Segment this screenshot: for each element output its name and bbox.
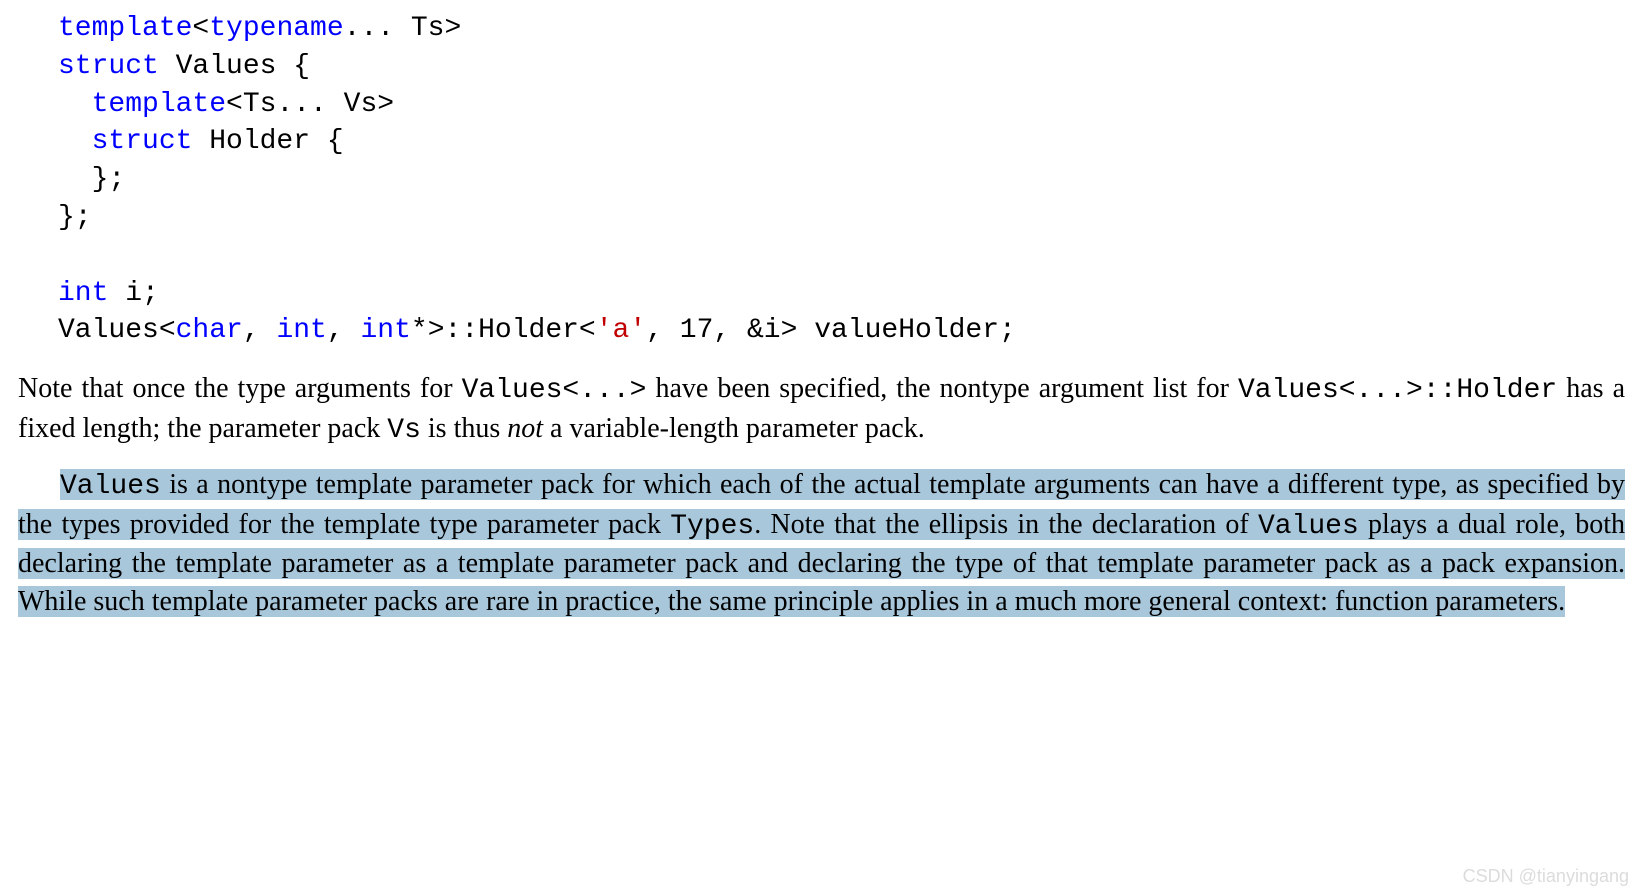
code-line5: }; bbox=[58, 164, 125, 195]
code-line4-rest: Holder { bbox=[192, 126, 343, 157]
p2-code-types: Types bbox=[670, 511, 754, 542]
code-keyword-struct-inner: struct bbox=[58, 126, 192, 157]
code-line6: }; bbox=[58, 202, 92, 233]
code-keyword-int2: int bbox=[276, 315, 326, 346]
code-keyword-template-inner: template bbox=[58, 89, 226, 120]
code-block: template<typename... Ts> struct Values {… bbox=[58, 10, 1625, 350]
p2-code-values2: Values bbox=[1258, 511, 1359, 542]
p1-text1: Note that once the type arguments for bbox=[18, 373, 462, 404]
code-line9-c: , bbox=[243, 315, 277, 346]
p2-code-values: Values bbox=[60, 471, 161, 502]
p1-text4: is thus bbox=[421, 413, 507, 444]
code-keyword-char: char bbox=[176, 315, 243, 346]
code-keyword-template: template bbox=[58, 13, 192, 44]
p1-code3: Vs bbox=[387, 415, 421, 446]
code-line9-e: , bbox=[327, 315, 361, 346]
code-lt: < bbox=[192, 13, 209, 44]
p1-code1: Values<...> bbox=[462, 375, 647, 406]
code-keyword-int3: int bbox=[360, 315, 410, 346]
code-line3-rest: <Ts... Vs> bbox=[226, 89, 394, 120]
code-line9-g: *>::Holder< bbox=[411, 315, 596, 346]
paragraph-fixed-length-note: Note that once the type arguments for Va… bbox=[18, 370, 1625, 450]
code-line1-rest: ... Ts> bbox=[344, 13, 462, 44]
p2-text2: . Note that the ellipsis in the declarat… bbox=[754, 509, 1258, 540]
code-keyword-int: int bbox=[58, 278, 108, 309]
code-keyword-struct: struct bbox=[58, 51, 159, 82]
code-line9-a: Values< bbox=[58, 315, 176, 346]
p1-code2: Values<...>::Holder bbox=[1238, 375, 1557, 406]
code-line2-rest: Values { bbox=[159, 51, 310, 82]
code-line9-i: , 17, &i> valueHolder; bbox=[646, 315, 1016, 346]
p1-text2: have been specified, the nontype argumen… bbox=[646, 373, 1237, 404]
code-line8-rest: i; bbox=[108, 278, 158, 309]
code-char-literal: 'a' bbox=[596, 315, 646, 346]
highlighted-text: Values is a nontype template parameter p… bbox=[18, 469, 1625, 617]
paragraph-values-explanation: Values is a nontype template parameter p… bbox=[18, 466, 1625, 621]
p1-text5: a variable-length parameter pack. bbox=[543, 413, 925, 444]
watermark: CSDN @tianyingang bbox=[1463, 866, 1629, 887]
code-keyword-typename: typename bbox=[209, 13, 343, 44]
p1-italic-not: not bbox=[507, 413, 543, 444]
page-content: template<typename... Ts> struct Values {… bbox=[0, 0, 1643, 673]
